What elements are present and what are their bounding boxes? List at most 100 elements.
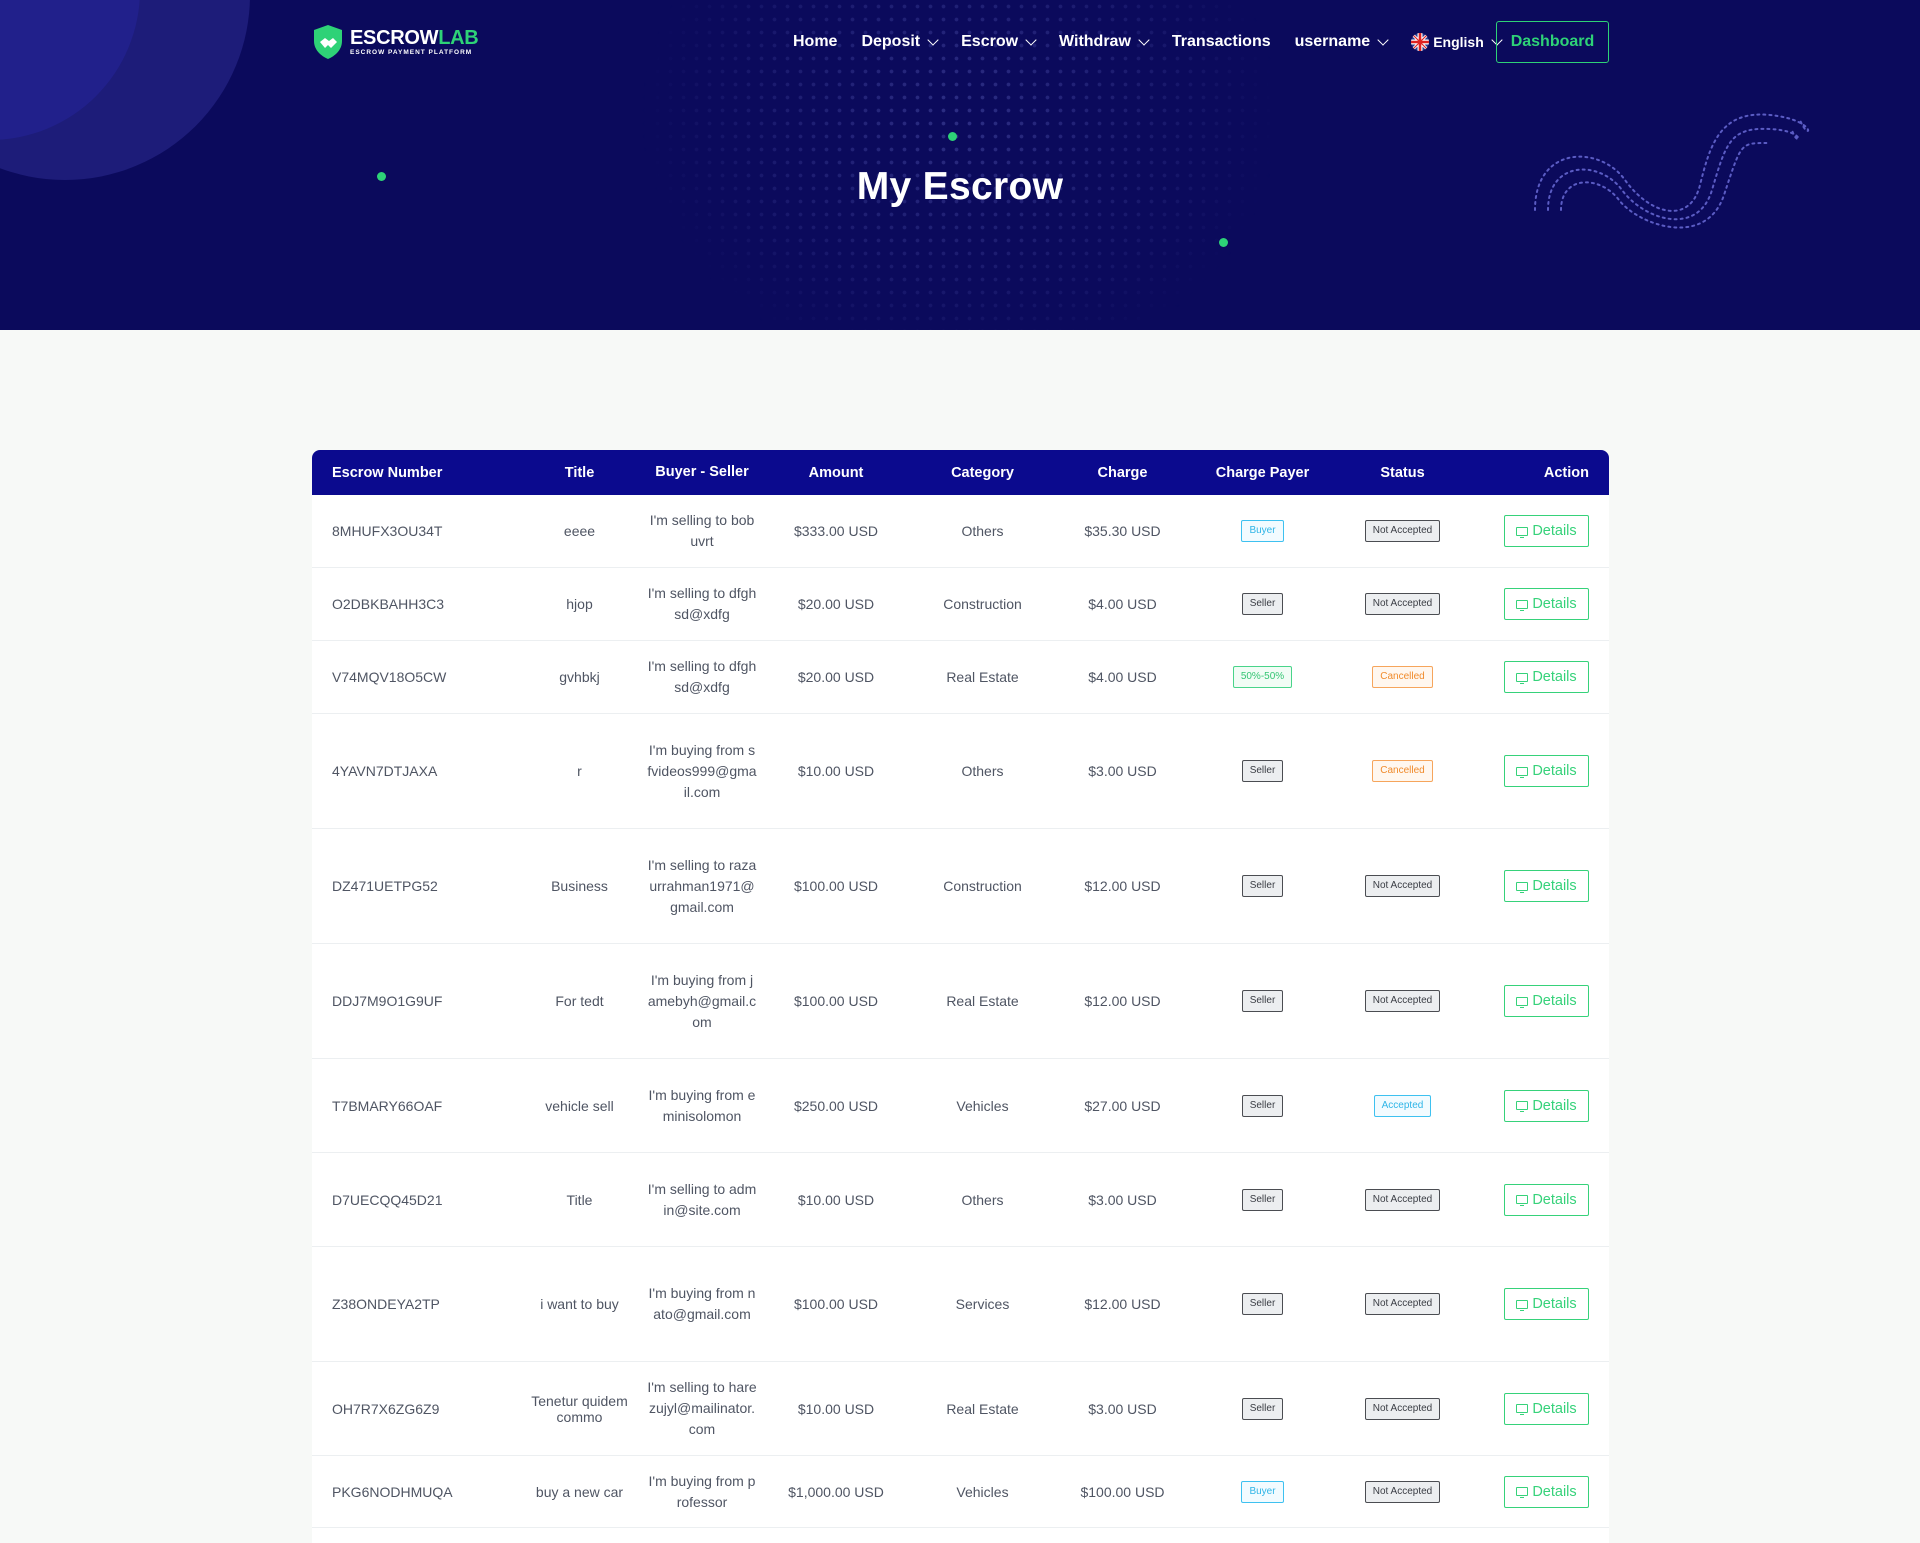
table-row: OH7R7X6ZG6Z9 Tenetur quidem commo I'm sell… <box>312 1362 1609 1456</box>
amount: $100.00 USD <box>793 1296 879 1312</box>
details-button[interactable]: Details <box>1504 1089 1589 1122</box>
table-row: PKG6NODHMUQA buy a new car I'm buying from… <box>312 1456 1609 1528</box>
column-header: Category <box>951 464 1014 481</box>
nav-user-label: username <box>1294 33 1371 50</box>
category: Others <box>961 763 1004 779</box>
status-badge: Not Accepted <box>1364 1480 1441 1503</box>
escrow-title: Business <box>551 878 608 894</box>
charge: $27.00 USD <box>1084 1097 1161 1114</box>
details-button[interactable]: Details <box>1504 1475 1589 1508</box>
monitor-icon <box>1516 1195 1529 1206</box>
escrow-number: DDJ7M9O1G9UF <box>332 993 443 1009</box>
charge: $4.00 USD <box>1088 596 1157 612</box>
escrow-title: gvhbkj <box>559 669 600 685</box>
details-label: Details <box>1532 1400 1577 1417</box>
status: Cancelled <box>1335 760 1470 782</box>
monitor-icon <box>1516 1404 1529 1415</box>
charge-payer-badge: Seller <box>1241 875 1284 897</box>
escrow-number: Z38ONDEYA2TP <box>332 1296 440 1312</box>
charge-payer: Seller <box>1190 1293 1335 1315</box>
nav-deposit[interactable]: Deposit <box>861 33 939 51</box>
escrow-title: vehicle sell <box>545 1097 614 1114</box>
buyer-seller-text: I'm selling to dfghsd@xdfg <box>647 658 757 695</box>
escrow-title: eeee <box>563 523 596 539</box>
dashboard-button[interactable]: Dashboard <box>1496 21 1609 63</box>
nav-withdraw[interactable]: Withdraw <box>1059 33 1150 51</box>
table-row: D7UECQQ45D21 Title I'm selling to admin@si… <box>312 1153 1609 1247</box>
charge: $4.00 USD <box>1088 669 1157 685</box>
action: Details <box>1470 515 1609 547</box>
escrow-title: buy a new car <box>535 1483 624 1500</box>
green-dot-decoration <box>948 132 957 141</box>
nav-escrow-label: Escrow <box>961 33 1019 50</box>
language-selector[interactable]: English <box>1411 33 1503 51</box>
charge-payer: Seller <box>1190 990 1335 1012</box>
chevron-down-icon <box>927 33 939 46</box>
buyer-seller: I'm selling to razaurrahman1971@gmail.co… <box>642 855 762 918</box>
chevron-down-icon <box>1138 33 1150 46</box>
status-badge: Not Accepted <box>1364 990 1441 1012</box>
monitor-icon <box>1516 1487 1529 1498</box>
details-button[interactable]: Details <box>1504 588 1589 620</box>
charge: $12.00 USD <box>1084 993 1161 1009</box>
details-button[interactable]: Details <box>1504 755 1589 787</box>
category: Others <box>961 1191 1004 1208</box>
action: Details <box>1470 1183 1609 1216</box>
charge: $3.00 USD <box>1088 1191 1157 1208</box>
details-label: Details <box>1532 596 1577 612</box>
details-label: Details <box>1532 1296 1577 1312</box>
buyer-seller-text: I'm selling to admin@site.com <box>647 1180 757 1218</box>
status: Not Accepted <box>1335 1480 1470 1503</box>
details-button[interactable]: Details <box>1504 1288 1589 1320</box>
nav-escrow[interactable]: Escrow <box>961 33 1037 51</box>
category: Real Estate <box>946 1400 1019 1417</box>
details-button[interactable]: Details <box>1504 1392 1589 1425</box>
amount: $100.00 USD <box>793 993 879 1009</box>
category: Vehicles <box>956 1097 1009 1114</box>
amount: $10.00 USD <box>797 1400 875 1417</box>
amount: $20.00 USD <box>797 596 875 612</box>
nav-transactions[interactable]: Transactions <box>1172 33 1271 51</box>
charge-payer-badge: Buyer <box>1241 520 1284 542</box>
buyer-seller: I'm buying from jamebyh@gmail.com <box>642 970 762 1033</box>
details-button[interactable]: Details <box>1504 870 1589 902</box>
charge: $12.00 USD <box>1084 1296 1161 1312</box>
details-label: Details <box>1532 993 1577 1009</box>
details-button[interactable]: Details <box>1504 515 1589 547</box>
charge-payer-badge: Buyer <box>1241 1480 1284 1503</box>
category: Real Estate <box>946 993 1019 1009</box>
language-label: English <box>1433 34 1484 50</box>
nav-user-menu[interactable]: username <box>1294 33 1389 51</box>
charge: $12.00 USD <box>1084 878 1161 894</box>
amount: $250.00 USD <box>793 1097 879 1114</box>
action: Details <box>1470 661 1609 693</box>
status: Not Accepted <box>1335 990 1470 1012</box>
charge-payer: Seller <box>1190 875 1335 897</box>
details-button[interactable]: Details <box>1504 985 1589 1017</box>
logo[interactable]: ESCROWLAB ESCROW PAYMENT PLATFORM <box>312 23 479 61</box>
action: Details <box>1470 1288 1609 1320</box>
status-badge: Not Accepted <box>1364 520 1441 542</box>
charge-payer: Buyer <box>1190 1480 1335 1503</box>
monitor-icon <box>1516 766 1529 778</box>
table-row: DDJ7M9O1G9UF For tedt I'm buying from jame… <box>312 944 1609 1059</box>
category: Real Estate <box>946 669 1019 685</box>
status: Not Accepted <box>1335 875 1470 897</box>
nav-home[interactable]: Home <box>793 33 837 51</box>
column-header: Status <box>1380 464 1425 481</box>
escrow-number: OH7R7X6ZG6Z9 <box>332 1400 440 1417</box>
details-button[interactable]: Details <box>1504 661 1589 693</box>
buyer-seller: I'm selling to bobuvrt <box>642 510 762 552</box>
amount: $100.00 USD <box>793 878 879 894</box>
green-dot-decoration <box>1219 238 1228 247</box>
status: Not Accepted <box>1335 1397 1470 1420</box>
status-badge: Cancelled <box>1372 666 1433 688</box>
main-nav: Home Deposit Escrow Withdraw Transaction… <box>793 20 1525 64</box>
escrow-table: Escrow Number Title Buyer - Seller Amoun… <box>312 450 1609 1543</box>
action: Details <box>1470 985 1609 1017</box>
details-button[interactable]: Details <box>1504 1183 1589 1216</box>
column-header: Amount <box>808 464 864 481</box>
escrow-title: For tedt <box>555 993 604 1009</box>
nav-transactions-label: Transactions <box>1171 33 1271 50</box>
status-badge: Accepted <box>1373 1094 1432 1117</box>
